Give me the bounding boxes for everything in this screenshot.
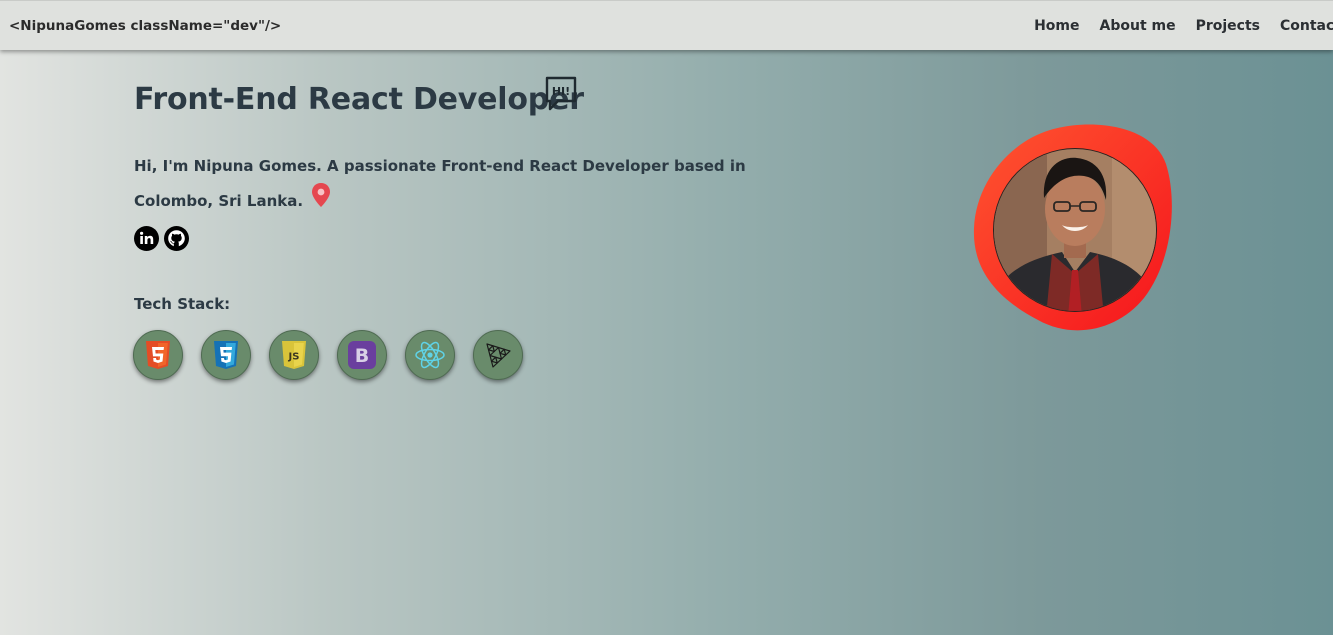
- tech-stack-list: JS B: [133, 330, 523, 380]
- tech-stack-label: Tech Stack:: [134, 295, 231, 313]
- brand-logo[interactable]: <NipunaGomes className="dev"/>: [9, 18, 281, 34]
- hi-speech-bubble-icon: HI!: [545, 76, 577, 116]
- nav-home-link[interactable]: Home: [1034, 18, 1079, 34]
- react-icon: [405, 330, 455, 380]
- profile-avatar: [972, 122, 1172, 334]
- social-links: [134, 226, 189, 251]
- threejs-icon: [473, 330, 523, 380]
- navbar: <NipunaGomes className="dev"/> Home Abou…: [0, 0, 1333, 50]
- linkedin-icon[interactable]: [134, 226, 159, 251]
- html5-icon: [133, 330, 183, 380]
- map-pin-icon: [310, 182, 332, 219]
- css3-icon: [201, 330, 251, 380]
- nav-contact-link[interactable]: Contact: [1280, 18, 1333, 34]
- bootstrap-icon: B: [337, 330, 387, 380]
- svg-text:HI!: HI!: [552, 85, 570, 98]
- intro-sentence: Hi, I'm Nipuna Gomes. A passionate Front…: [134, 157, 746, 210]
- javascript-icon: JS: [269, 330, 319, 380]
- github-icon[interactable]: [164, 226, 189, 251]
- svg-text:B: B: [355, 345, 369, 367]
- nav-about-link[interactable]: About me: [1100, 18, 1176, 34]
- intro-text: Hi, I'm Nipuna Gomes. A passionate Front…: [134, 150, 794, 219]
- svg-text:JS: JS: [288, 352, 300, 363]
- nav-projects-link[interactable]: Projects: [1196, 18, 1260, 34]
- hero-title: Front-End React Developer: [134, 82, 584, 117]
- nav-links: Home About me Projects Contact: [1034, 18, 1333, 34]
